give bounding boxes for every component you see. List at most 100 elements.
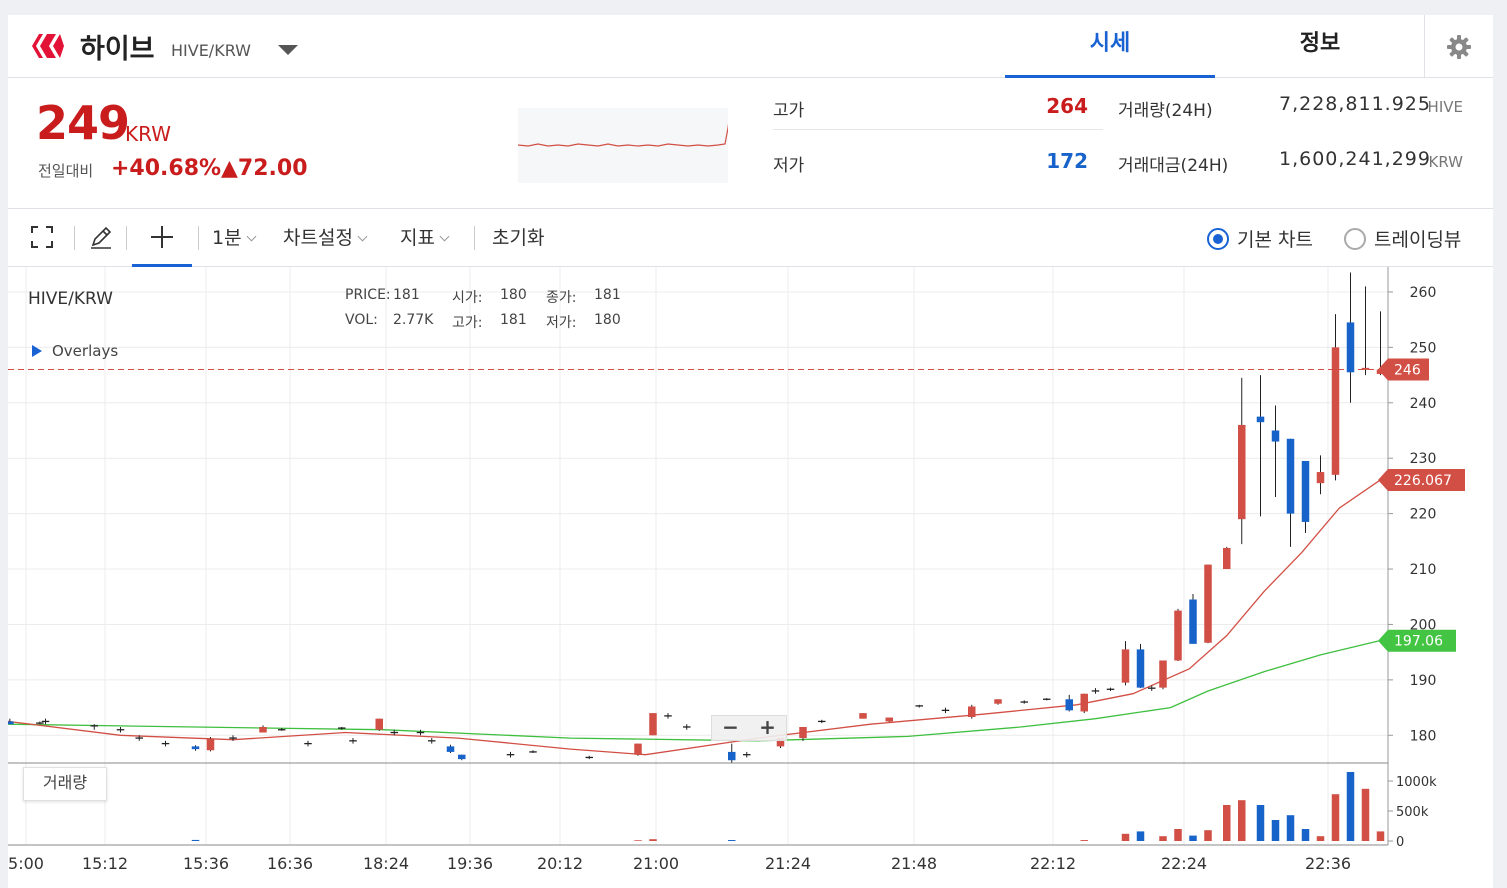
- candle-body: [649, 713, 657, 736]
- tab-price[interactable]: 시세: [1005, 15, 1215, 78]
- candle: [259, 725, 267, 733]
- ma-long-tag-text: 197.06: [1394, 634, 1443, 650]
- volume-label: 거래량(24H): [1118, 101, 1213, 121]
- x-tick-label: 20:12: [537, 854, 583, 873]
- candle: [1223, 546, 1231, 570]
- candle: [1316, 455, 1325, 495]
- zoom-out-button[interactable]: −: [712, 716, 749, 740]
- candle-body: [206, 738, 215, 751]
- candle: [1204, 564, 1212, 644]
- ma-short-tag: 226.067: [1378, 468, 1465, 491]
- candles: [8, 272, 1385, 763]
- interval-select[interactable]: 1분: [212, 223, 257, 250]
- chart-settings-menu[interactable]: 차트설정: [283, 223, 368, 250]
- crosshair-icon[interactable]: [146, 221, 178, 253]
- candle: [649, 713, 657, 736]
- high-label: 고가: [773, 101, 805, 121]
- candle: [506, 751, 515, 758]
- amount-label: 거래대금(24H): [1118, 156, 1229, 176]
- price-unit: KRW: [125, 122, 171, 146]
- close-label: 종가:: [546, 290, 577, 306]
- chevron-down-icon: [246, 231, 257, 242]
- hive-logo: [32, 34, 64, 58]
- x-tick-label: 22:12: [1030, 854, 1076, 873]
- high-label: 고가:: [452, 315, 483, 331]
- x-tick-label: 15:36: [183, 854, 229, 873]
- candle: [941, 707, 950, 714]
- candle: [1301, 460, 1310, 534]
- vol-tick-label: 1000k: [1396, 775, 1437, 790]
- pencil-icon[interactable]: [85, 221, 117, 253]
- candlestick-chart[interactable]: 5:00 15:12 15:36 16:36 18:24 19:36 20:12 21:00 2…: [8, 267, 1493, 888]
- candle-body: [1121, 649, 1130, 683]
- candle-body: [191, 746, 200, 750]
- zoom-in-button[interactable]: +: [749, 716, 786, 740]
- radio-unchecked-icon: [1344, 227, 1366, 250]
- candle-body: [634, 743, 642, 755]
- volume-bar: [1238, 800, 1246, 841]
- candle: [529, 750, 537, 754]
- candle: [161, 740, 170, 747]
- chevron-down-icon: [439, 231, 450, 242]
- candle: [446, 744, 455, 754]
- y-tick-label: 210: [1410, 562, 1437, 578]
- candle: [349, 738, 357, 744]
- volume-bar: [1286, 815, 1295, 841]
- candle-body: [1065, 699, 1073, 711]
- indicators-menu[interactable]: 지표: [400, 223, 450, 250]
- candle-body: [375, 718, 383, 730]
- volume-value: 7,228,811.925: [1278, 93, 1431, 115]
- fullscreen-icon[interactable]: [26, 221, 58, 253]
- header: 하이브 HIVE/KRW 시세 정보: [8, 15, 1493, 78]
- volume-bar: [1301, 829, 1310, 841]
- coin-select-caret-icon[interactable]: [278, 45, 298, 55]
- candle: [1106, 687, 1115, 691]
- current-price: 249: [36, 96, 130, 150]
- amount-row: 거래대금(24H) 1,600,241,299 KRW: [1118, 139, 1463, 185]
- volume-bar: [1174, 829, 1182, 841]
- candle-body: [885, 717, 893, 722]
- candle-body: [728, 751, 736, 761]
- candle-body: [8, 721, 14, 725]
- x-tick-label: 15:12: [82, 854, 128, 873]
- coin-pair[interactable]: HIVE/KRW: [171, 41, 251, 60]
- candle-body: [1316, 472, 1325, 484]
- chart-settings-label: 차트설정: [283, 227, 353, 249]
- overlays-toggle[interactable]: Overlays: [32, 342, 118, 360]
- candle: [1159, 660, 1167, 690]
- x-tick-label: 18:24: [363, 854, 409, 873]
- radio-basic-chart[interactable]: 기본 차트: [1207, 225, 1313, 252]
- coin-name[interactable]: 하이브: [80, 27, 155, 66]
- candle-body: [1271, 430, 1280, 442]
- y-tick-label: 190: [1410, 673, 1437, 689]
- candle-body: [1080, 693, 1088, 712]
- candle: [585, 755, 593, 760]
- reset-button[interactable]: 초기화: [492, 223, 544, 250]
- candle: [1331, 314, 1340, 481]
- candle-body: [1189, 599, 1197, 644]
- sparkline: [518, 108, 728, 183]
- change-rate: +40.68%: [111, 156, 222, 181]
- candle: [1065, 694, 1073, 712]
- candle-body: [1361, 367, 1370, 370]
- volume-bar: [1361, 788, 1370, 841]
- candle-body: [1159, 660, 1167, 688]
- candle: [885, 717, 893, 722]
- price-value: 181: [393, 287, 420, 303]
- chart-symbol: HIVE/KRW: [28, 289, 113, 309]
- radio-tradingview[interactable]: 트레이딩뷰: [1344, 225, 1461, 252]
- candle: [206, 736, 215, 752]
- low-label: 저가:: [546, 315, 577, 331]
- grid: [8, 267, 1388, 845]
- low-value: 172: [1046, 149, 1088, 173]
- volume-bar: [1316, 836, 1325, 841]
- price-chart[interactable]: 5:00 15:12 15:36 16:36 18:24 19:36 20:12 21:00 2…: [8, 267, 1493, 888]
- settings-gear-icon[interactable]: [1424, 15, 1493, 78]
- tab-info[interactable]: 정보: [1215, 15, 1425, 78]
- candle-body: [968, 706, 976, 718]
- candle: [1091, 688, 1100, 694]
- triangle-right-icon: [32, 345, 42, 357]
- amount-value: 1,600,241,299: [1278, 148, 1431, 170]
- open-value: 180: [500, 287, 527, 303]
- volume-bar: [191, 839, 200, 841]
